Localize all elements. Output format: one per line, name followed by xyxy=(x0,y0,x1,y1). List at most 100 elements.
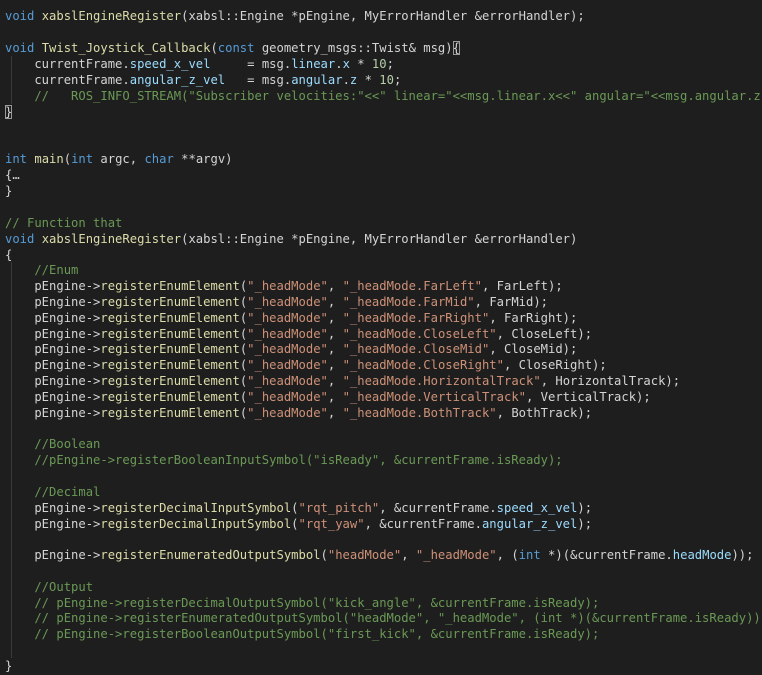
code-token: headMode xyxy=(672,548,732,562)
code-line[interactable]: //Enum xyxy=(5,262,78,278)
code-token: **argv) xyxy=(181,152,233,166)
code-line[interactable]: pEngine->registerEnumElement("_headMode"… xyxy=(5,373,680,389)
code-token: = msg. xyxy=(210,57,292,71)
code-token: "_headMode" xyxy=(247,342,328,356)
code-token: "_headMode.FarLeft" xyxy=(342,279,482,293)
code-token: //Boolean xyxy=(5,437,101,451)
code-token: ( xyxy=(320,548,328,562)
code-token: ); xyxy=(577,501,593,515)
code-line[interactable]: pEngine->registerEnumElement("_headMode"… xyxy=(5,405,592,421)
code-token: {… xyxy=(5,168,20,182)
code-token: , CloseRight); xyxy=(504,358,607,372)
code-token: registerEnumElement xyxy=(100,358,240,372)
code-token: "_headMode" xyxy=(247,358,328,372)
code-line[interactable]: void Twist_Joystick_Callback(const geome… xyxy=(5,40,460,56)
code-token: "_headMode" xyxy=(247,295,328,309)
code-line[interactable]: } xyxy=(5,658,12,674)
code-token: //Output xyxy=(5,580,94,594)
code-token: void xyxy=(5,232,42,246)
code-token: registerEnumElement xyxy=(100,406,240,420)
code-token: const xyxy=(217,41,262,55)
code-line[interactable]: // pEngine->registerEnumeratedOutputSymb… xyxy=(5,610,762,626)
code-token: = msg. xyxy=(225,73,292,87)
code-token: , FarLeft); xyxy=(481,279,563,293)
code-token: (xabsl::Engine *pEngine, MyErrorHandler … xyxy=(181,232,578,246)
code-token: , xyxy=(327,279,343,293)
code-line[interactable]: pEngine->registerEnumElement("_headMode"… xyxy=(5,341,577,357)
code-token: xabslEngineRegister xyxy=(41,9,182,23)
code-line[interactable]: pEngine->registerEnumeratedOutputSymbol(… xyxy=(5,547,753,563)
code-editor[interactable]: void xabslEngineRegister(xabsl::Engine *… xyxy=(0,0,762,675)
code-token: , xyxy=(327,295,343,309)
code-token: ( xyxy=(63,152,72,166)
code-line[interactable]: pEngine->registerEnumElement("_headMode"… xyxy=(5,357,607,373)
code-token: } xyxy=(5,184,13,198)
code-token: * xyxy=(349,57,372,71)
code-token: Twist_Joystick_Callback xyxy=(41,41,211,55)
code-token: pEngine-> xyxy=(5,517,101,531)
code-line[interactable]: // pEngine->registerDecimalOutputSymbol(… xyxy=(5,595,599,611)
code-line[interactable]: void xabslEngineRegister(xabsl::Engine *… xyxy=(5,231,577,247)
code-line[interactable]: } xyxy=(5,183,12,199)
code-line[interactable]: //Boolean xyxy=(5,436,100,452)
code-token: "_headMode" xyxy=(247,374,328,388)
code-line[interactable]: //Decimal xyxy=(5,484,100,500)
code-token: // pEngine->registerDecimalOutputSymbol(… xyxy=(5,596,600,610)
code-line[interactable]: //pEngine->registerBooleanInputSymbol("i… xyxy=(5,452,562,468)
code-token: , FarRight); xyxy=(489,311,578,325)
code-line[interactable]: } xyxy=(5,104,13,120)
code-line[interactable]: int main(int argc, char **argv) xyxy=(5,151,233,167)
code-token: , VerticalTrack); xyxy=(526,390,651,404)
code-token: pEngine-> xyxy=(5,279,101,293)
code-line[interactable]: {… xyxy=(5,167,20,183)
code-line[interactable]: // ROS_INFO_STREAM("Subscriber velocitie… xyxy=(5,88,762,104)
code-token: registerEnumElement xyxy=(100,279,240,293)
code-line[interactable]: // Function that xyxy=(5,215,122,231)
code-token: "_headMode.CloseLeft" xyxy=(342,327,497,341)
code-token: ; xyxy=(386,57,394,71)
code-token: pEngine-> xyxy=(5,327,101,341)
code-token: "_headMode.VerticalTrack" xyxy=(342,390,526,404)
code-token: int xyxy=(518,548,549,562)
code-line[interactable]: pEngine->registerDecimalInputSymbol("rqt… xyxy=(5,500,592,516)
code-line[interactable]: pEngine->registerEnumElement("_headMode"… xyxy=(5,294,548,310)
code-token: , &currentFrame. xyxy=(379,501,497,515)
code-line[interactable]: pEngine->registerEnumElement("_headMode"… xyxy=(5,278,563,294)
code-line[interactable]: void xabslEngineRegister(xabsl::Engine *… xyxy=(5,8,585,24)
code-line[interactable]: pEngine->registerDecimalInputSymbol("rqt… xyxy=(5,516,592,532)
code-token: registerEnumeratedOutputSymbol xyxy=(100,548,321,562)
code-line[interactable]: pEngine->registerEnumElement("_headMode"… xyxy=(5,389,651,405)
code-line[interactable]: currentFrame.speed_x_vel = msg.linear.x … xyxy=(5,56,394,72)
code-token: registerEnumElement xyxy=(100,374,240,388)
code-token: geometry_msgs::Twist& msg) xyxy=(261,41,453,55)
code-line[interactable]: // pEngine->registerBooleanOutputSymbol(… xyxy=(5,626,599,642)
code-token: , FarMid); xyxy=(474,295,549,309)
code-line[interactable]: pEngine->registerEnumElement("_headMode"… xyxy=(5,326,592,342)
code-token: registerEnumElement xyxy=(100,390,240,404)
code-token: 10 xyxy=(371,57,387,71)
code-token: //Enum xyxy=(5,263,79,277)
code-token: angular_z_vel xyxy=(129,73,226,87)
code-token: // pEngine->registerBooleanOutputSymbol(… xyxy=(5,627,600,641)
code-line[interactable]: { xyxy=(5,247,12,263)
code-token: "_headMode" xyxy=(247,390,328,404)
code-token: "_headMode" xyxy=(415,548,497,562)
code-token: ; xyxy=(393,73,402,87)
code-token: pEngine-> xyxy=(5,342,101,356)
code-token: *)(&currentFrame. xyxy=(548,548,673,562)
matched-brace: { xyxy=(452,41,460,55)
code-line[interactable]: //Output xyxy=(5,579,93,595)
code-token: ( xyxy=(291,501,299,515)
code-line[interactable]: pEngine->registerEnumElement("_headMode"… xyxy=(5,310,577,326)
code-token: registerEnumElement xyxy=(100,327,240,341)
code-token: speed_x_vel xyxy=(496,501,578,515)
code-line[interactable]: currentFrame.angular_z_vel = msg.angular… xyxy=(5,72,401,88)
code-token: pEngine-> xyxy=(5,390,101,404)
code-token: } xyxy=(5,659,13,673)
code-token: int xyxy=(5,152,35,166)
code-token: , CloseMid); xyxy=(489,342,578,356)
code-token: x xyxy=(342,57,350,71)
code-token: , xyxy=(327,406,343,420)
code-token: "headMode" xyxy=(327,548,402,562)
matched-brace: } xyxy=(5,105,13,119)
